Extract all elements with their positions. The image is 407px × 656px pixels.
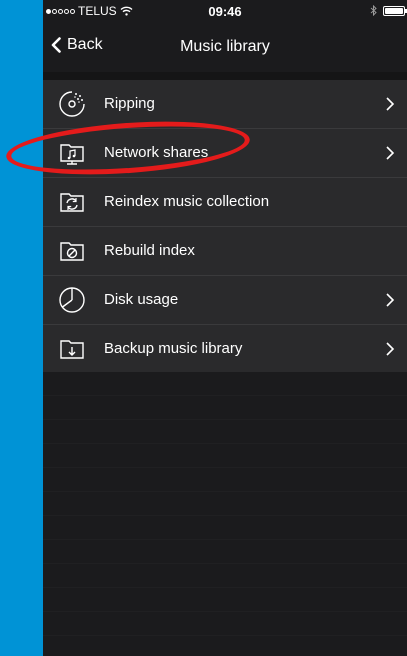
menu-item-network-shares[interactable]: Network shares [43, 129, 407, 178]
menu-list: Ripping Network shares Reindex music col… [43, 80, 407, 374]
status-time: 09:46 [208, 4, 242, 19]
menu-item-label: Ripping [104, 95, 155, 112]
menu-item-label: Network shares [104, 144, 209, 161]
empty-list-area [43, 372, 407, 656]
chevron-right-icon [386, 342, 395, 356]
refresh-folder-icon [60, 193, 84, 212]
disc-rip-icon [59, 91, 85, 117]
chevron-right-icon [386, 146, 395, 160]
menu-item-ripping[interactable]: Ripping [43, 80, 407, 129]
menu-item-rebuild-index[interactable]: Rebuild index [43, 227, 407, 276]
network-folder-icon [60, 144, 84, 165]
menu-item-label: Reindex music collection [104, 193, 270, 210]
menu-item-reindex[interactable]: Reindex music collection [43, 178, 407, 227]
menu-item-label: Rebuild index [104, 242, 195, 259]
pie-chart-icon [59, 287, 85, 313]
menu-item-backup[interactable]: Backup music library [43, 325, 407, 374]
navigation-bar: Back Music library [43, 22, 407, 72]
download-folder-icon [60, 340, 84, 359]
battery-icon [383, 5, 407, 16]
page-title: Music library [180, 38, 270, 55]
bluetooth-icon [370, 5, 377, 16]
status-right [370, 5, 407, 16]
nav-divider [43, 72, 407, 80]
chevron-right-icon [386, 97, 395, 111]
app-screen: TELUS 09:46 Back Music library Ripping N… [43, 0, 407, 656]
status-bar: TELUS 09:46 [43, 0, 407, 22]
chevron-right-icon [386, 293, 395, 307]
menu-item-label: Backup music library [104, 340, 243, 357]
menu-item-disk-usage[interactable]: Disk usage [43, 276, 407, 325]
menu-item-label: Disk usage [104, 291, 179, 308]
blocked-folder-icon [60, 242, 84, 261]
